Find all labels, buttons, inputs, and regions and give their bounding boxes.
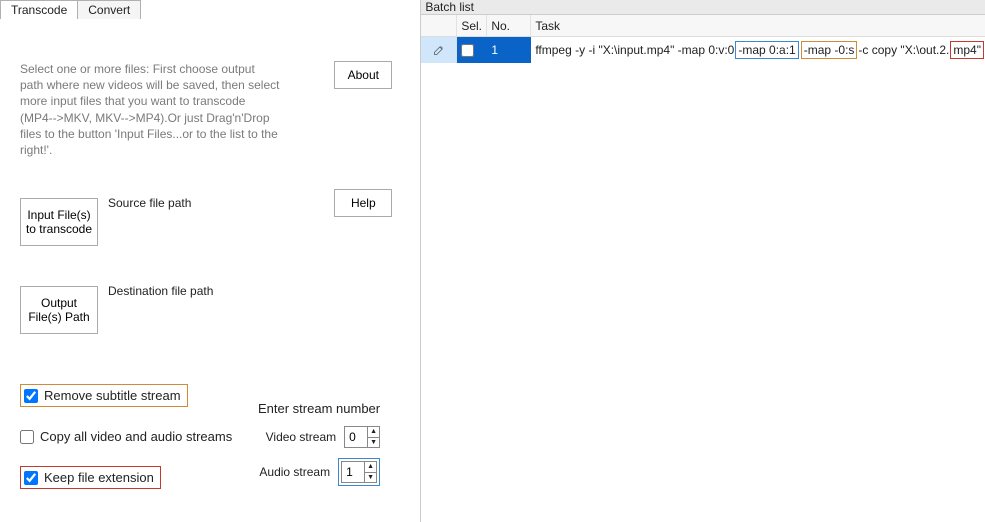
video-stream-spinner[interactable]: ▲ ▼ — [344, 426, 380, 448]
table-row[interactable]: 1 ffmpeg -y -i "X:\input.mp4" -map 0:v:0… — [421, 37, 985, 63]
row-sel-checkbox[interactable] — [461, 44, 474, 57]
source-path-label: Source file path — [108, 196, 191, 210]
remove-subtitle-label: Remove subtitle stream — [44, 388, 181, 403]
copy-all-checkbox[interactable] — [20, 430, 34, 444]
output-path-button[interactable]: Output File(s) Path — [20, 286, 98, 334]
keep-ext-checkbox[interactable] — [24, 471, 38, 485]
video-stream-input[interactable] — [345, 427, 367, 447]
tab-bar: Transcode Convert — [0, 0, 420, 19]
grid-header: Sel. No. Task — [421, 15, 985, 37]
audio-stream-up[interactable]: ▲ — [365, 462, 376, 473]
batch-list-title: Batch list — [421, 0, 985, 15]
dest-path-label: Destination file path — [108, 284, 213, 298]
help-button[interactable]: Help — [334, 189, 392, 217]
task-seg-audio-map: -map 0:a:1 — [735, 41, 798, 59]
audio-stream-label: Audio stream — [259, 465, 330, 479]
keep-ext-highlight: Keep file extension — [20, 466, 161, 489]
remove-subtitle-highlight: Remove subtitle stream — [20, 384, 188, 407]
about-button[interactable]: About — [334, 61, 392, 89]
task-seg-base: ffmpeg -y -i "X:\input.mp4" -map 0:v:0 — [535, 43, 734, 57]
audio-stream-spinner[interactable]: ▲ ▼ — [341, 461, 377, 483]
remove-subtitle-checkbox[interactable] — [24, 389, 38, 403]
task-seg-copy: -c copy "X:\out.2. — [858, 43, 949, 57]
row-handle[interactable] — [421, 37, 457, 63]
tab-transcode[interactable]: Transcode — [0, 0, 78, 19]
col-task[interactable]: Task — [531, 15, 985, 36]
video-stream-up[interactable]: ▲ — [368, 427, 379, 438]
task-seg-ext: mp4" — [950, 41, 984, 59]
copy-all-label: Copy all video and audio streams — [40, 429, 232, 444]
intro-text: Select one or more files: First choose o… — [20, 61, 280, 158]
task-seg-sub-map: -map -0:s — [801, 41, 858, 59]
stream-number-group: Enter stream number Video stream ▲ ▼ Aud… — [258, 401, 380, 496]
keep-ext-label: Keep file extension — [44, 470, 154, 485]
video-stream-label: Video stream — [266, 430, 336, 444]
col-no[interactable]: No. — [487, 15, 531, 36]
audio-stream-highlight: ▲ ▼ — [338, 458, 380, 486]
audio-stream-input[interactable] — [342, 462, 364, 482]
row-no: 1 — [487, 37, 531, 63]
audio-stream-down[interactable]: ▼ — [365, 473, 376, 483]
input-files-button[interactable]: Input File(s) to transcode — [20, 198, 98, 246]
edit-icon — [433, 44, 445, 56]
tab-convert[interactable]: Convert — [78, 0, 141, 19]
stream-number-title: Enter stream number — [258, 401, 380, 416]
video-stream-down[interactable]: ▼ — [368, 438, 379, 448]
row-task[interactable]: ffmpeg -y -i "X:\input.mp4" -map 0:v:0 -… — [531, 37, 985, 63]
col-sel[interactable]: Sel. — [457, 15, 487, 36]
batch-grid: Sel. No. Task 1 ffmpeg -y -i "X:\input.m… — [421, 15, 985, 63]
